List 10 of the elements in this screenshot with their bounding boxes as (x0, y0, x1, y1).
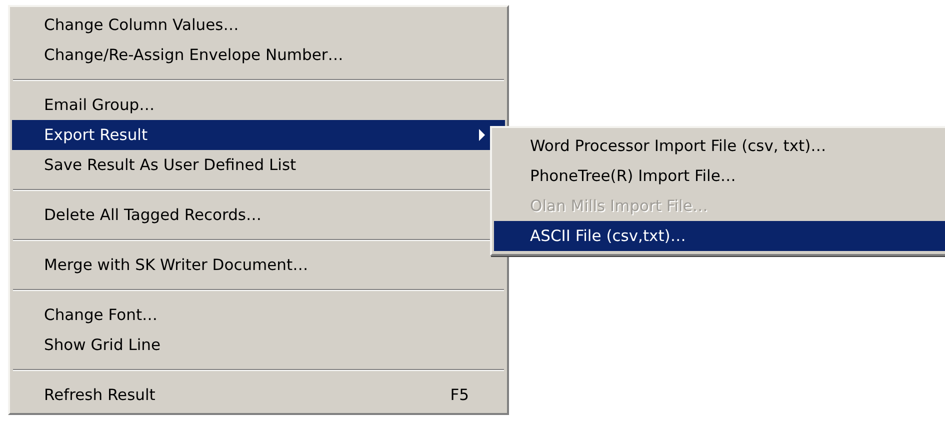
menu-item[interactable]: Show Grid Line (12, 330, 505, 360)
menu-item[interactable]: ASCII File (csv,txt)… (494, 221, 945, 251)
menu-item[interactable]: Export Result (12, 120, 505, 150)
menu-item[interactable]: PhoneTree(R) Import File… (494, 161, 945, 191)
menu-item[interactable]: Email Group… (12, 90, 505, 120)
menu-item[interactable]: Change Column Values… (12, 10, 505, 40)
menu-item[interactable]: Change/Re-Assign Envelope Number… (12, 40, 505, 70)
menu-item[interactable]: Refresh Result F5 (12, 380, 505, 410)
menu-item[interactable]: Merge with SK Writer Document… (12, 250, 505, 280)
menu-item[interactable]: Change Font… (12, 300, 505, 330)
